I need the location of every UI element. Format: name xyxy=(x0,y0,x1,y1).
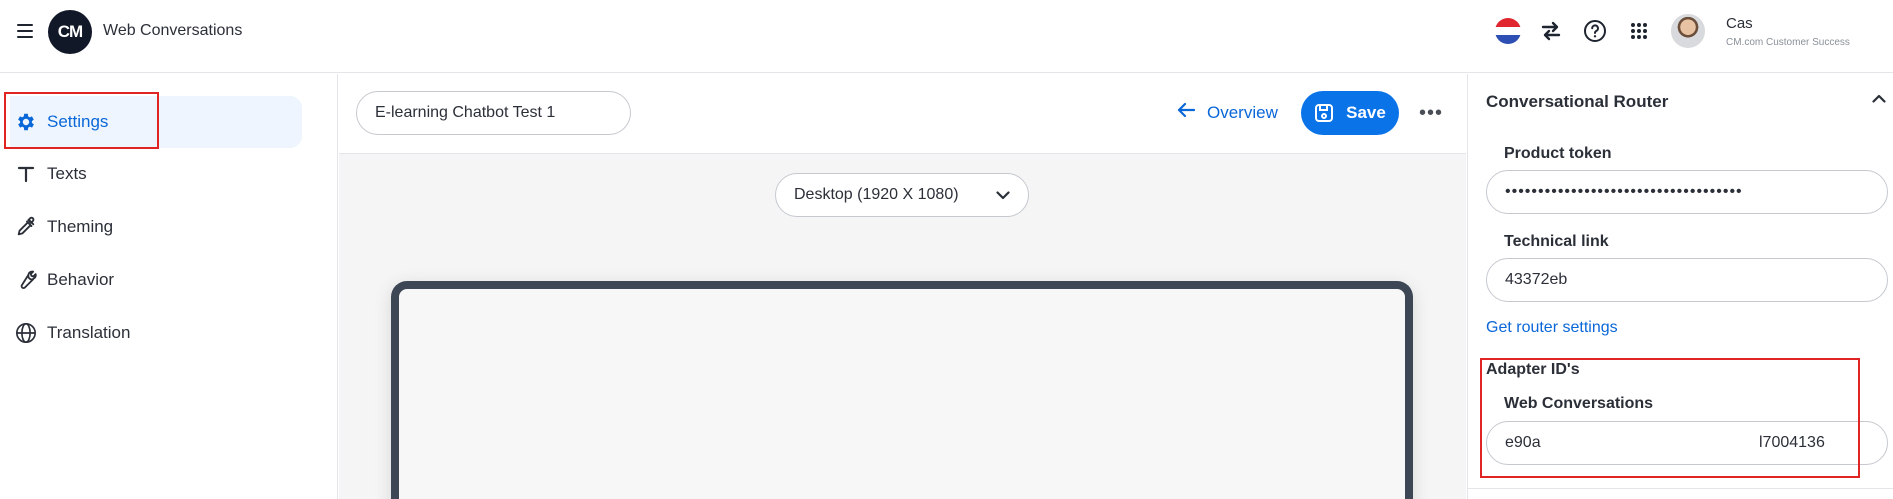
sidebar-item-behavior[interactable]: Behavior xyxy=(10,254,302,306)
panel-divider xyxy=(1468,488,1893,489)
save-label: Save xyxy=(1346,103,1386,122)
device-size-select[interactable]: Desktop (1920 X 1080) xyxy=(775,173,1029,217)
sidebar-item-settings[interactable]: Settings xyxy=(10,96,302,148)
product-token-label: Product token xyxy=(1504,145,1612,162)
editor-toolbar: Overview Save ••• xyxy=(339,74,1466,154)
adapter-ids-heading: Adapter ID's xyxy=(1486,361,1580,378)
menu-icon[interactable] xyxy=(17,24,33,38)
sidebar-item-texts[interactable]: Texts xyxy=(10,148,302,200)
overview-link[interactable]: Overview xyxy=(1177,101,1278,124)
web-conversations-adapter-field[interactable]: e90a l7004136 xyxy=(1486,421,1888,465)
desktop-preview-frame xyxy=(391,281,1413,499)
app-title: Web Conversations xyxy=(103,22,243,39)
wrench-icon xyxy=(12,268,40,292)
web-conversations-label: Web Conversations xyxy=(1504,395,1654,412)
technical-link-field[interactable] xyxy=(1486,258,1888,302)
chevron-up-icon[interactable] xyxy=(1872,94,1886,103)
chevron-down-icon xyxy=(996,190,1010,200)
sidebar-item-label: Settings xyxy=(47,112,109,131)
sidebar-item-translation[interactable]: Translation xyxy=(10,307,302,359)
overview-label: Overview xyxy=(1207,102,1278,122)
text-icon xyxy=(12,162,40,186)
sidebar-item-theming[interactable]: Theming xyxy=(10,201,302,253)
gear-icon xyxy=(12,110,40,134)
user-role: CM.com Customer Success xyxy=(1726,37,1850,48)
switch-arrows-icon[interactable] xyxy=(1538,18,1564,44)
help-icon[interactable] xyxy=(1582,18,1608,44)
panel-title: Conversational Router xyxy=(1486,92,1669,111)
chatbot-name-input[interactable] xyxy=(356,91,631,135)
globe-icon xyxy=(12,321,40,345)
more-options-icon[interactable]: ••• xyxy=(1416,98,1446,128)
eyedropper-icon xyxy=(12,215,40,239)
sidebar-item-label: Theming xyxy=(47,217,114,236)
router-settings-panel: Conversational Router Product token Tech… xyxy=(1467,74,1893,499)
settings-sidebar: Settings Texts Theming Behavior Translat… xyxy=(0,74,338,499)
avatar[interactable] xyxy=(1671,14,1705,48)
floppy-disk-icon xyxy=(1314,103,1334,123)
cm-logo[interactable]: CM xyxy=(48,10,92,54)
product-token-field[interactable] xyxy=(1486,170,1888,214)
save-button[interactable]: Save xyxy=(1301,91,1399,135)
sidebar-item-label: Texts xyxy=(47,164,87,183)
apps-grid-icon[interactable] xyxy=(1626,18,1652,44)
top-header: CM Web Conversations Cas CM.com Customer… xyxy=(0,0,1893,73)
sidebar-item-label: Behavior xyxy=(47,270,115,289)
sidebar-item-label: Translation xyxy=(47,323,131,342)
user-name[interactable]: Cas xyxy=(1726,15,1753,32)
arrow-left-icon xyxy=(1177,101,1196,124)
flag-netherlands-icon[interactable] xyxy=(1495,18,1521,44)
technical-link-label: Technical link xyxy=(1504,233,1609,250)
main-content: Overview Save ••• Desktop (1920 X 1080) xyxy=(339,74,1466,499)
get-router-settings-link[interactable]: Get router settings xyxy=(1486,319,1618,337)
adapter-id-end: l7004136 xyxy=(1759,434,1825,451)
adapter-id-start: e90a xyxy=(1505,434,1541,451)
device-size-value: Desktop (1920 X 1080) xyxy=(794,186,959,203)
